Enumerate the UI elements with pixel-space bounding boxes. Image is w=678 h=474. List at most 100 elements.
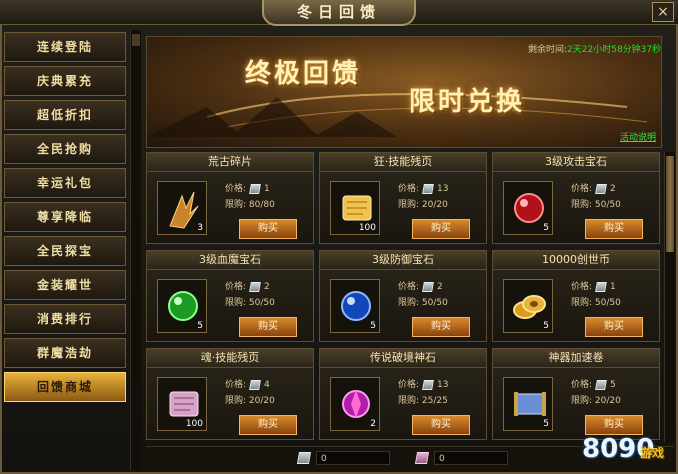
limit-label: 限购: (398, 200, 420, 210)
window-title: 冬日回馈 (262, 0, 416, 26)
item-name: 传说破境神石 (320, 349, 486, 368)
silver-coin-icon (595, 281, 607, 292)
item-slot[interactable]: 5 (503, 279, 553, 333)
item-limit: 限购: 50/50 (571, 197, 621, 210)
item-slot[interactable]: 5 (503, 181, 553, 235)
price-value: 2 (264, 282, 270, 292)
limit-value: 50/50 (594, 200, 621, 210)
title-bar: 冬日回馈 × (0, 0, 678, 26)
sidebar-item-discount[interactable]: 超低折扣 (4, 100, 126, 130)
buy-button[interactable]: 购买 (239, 219, 297, 239)
sidebar-scroll-thumb[interactable] (132, 34, 140, 46)
item-slot[interactable]: 5 (503, 377, 553, 431)
limit-value: 25/25 (421, 396, 448, 406)
price-label: 价格: (571, 184, 593, 194)
sidebar-item-demon-raid[interactable]: 群魔浩劫 (4, 338, 126, 368)
item-name: 10000创世币 (493, 251, 659, 270)
price-value: 2 (437, 282, 443, 292)
price-value: 5 (610, 380, 616, 390)
sidebar-item-ranking[interactable]: 消费排行 (4, 304, 126, 334)
price-label: 价格: (398, 282, 420, 292)
shop-scrollbar[interactable] (664, 152, 675, 442)
event-rules-link[interactable]: 活动说明 (620, 130, 656, 143)
silver-coin-icon (422, 379, 434, 390)
buy-button[interactable]: 购买 (239, 415, 297, 435)
item-price: 价格: 4 (225, 377, 270, 390)
limit-label: 限购: (571, 200, 593, 210)
buy-button[interactable]: 购买 (239, 317, 297, 337)
buy-button[interactable]: 购买 (585, 317, 643, 337)
shop-item-card: 3级血魔宝石 5 价格: 2 限购: 50/50 购买 (146, 250, 314, 342)
item-slot[interactable]: 5 (157, 279, 207, 333)
banner-headline-2: 限时兑换 (409, 87, 526, 117)
item-quantity: 3 (197, 223, 203, 233)
item-slot[interactable]: 2 (330, 377, 380, 431)
price-label: 价格: (398, 184, 420, 194)
item-slot[interactable]: 5 (330, 279, 380, 333)
item-limit: 限购: 25/25 (398, 393, 448, 406)
item-slot[interactable]: 100 (330, 181, 380, 235)
silver-coin-icon (249, 379, 261, 390)
buy-button[interactable]: 购买 (412, 415, 470, 435)
buy-button[interactable]: 购买 (412, 219, 470, 239)
limit-label: 限购: (225, 200, 247, 210)
site-watermark-logo: 8090 游戏 (578, 416, 678, 474)
limit-value: 20/20 (248, 396, 275, 406)
sidebar-item-login[interactable]: 连续登陆 (4, 32, 126, 62)
limit-value: 80/80 (248, 200, 275, 210)
countdown-label: 剩余时间: (528, 45, 568, 55)
sidebar-item-lucky-pack[interactable]: 幸运礼包 (4, 168, 126, 198)
item-slot[interactable]: 100 (157, 377, 207, 431)
item-quantity: 100 (358, 223, 376, 233)
sidebar-item-vip[interactable]: 尊享降临 (4, 202, 126, 232)
silver-coin-icon (595, 379, 607, 390)
item-price: 价格: 1 (225, 181, 270, 194)
item-quantity: 5 (543, 419, 549, 429)
limit-label: 限购: (225, 298, 247, 308)
shop-scroll-thumb[interactable] (666, 156, 674, 252)
item-limit: 限购: 20/20 (225, 393, 275, 406)
buy-button[interactable]: 购买 (412, 317, 470, 337)
item-limit: 限购: 50/50 (225, 295, 275, 308)
watermark-sub: 游戏 (640, 446, 665, 460)
price-value: 13 (437, 380, 449, 390)
silver-coin-icon (249, 183, 261, 194)
close-button[interactable]: × (652, 2, 674, 22)
shop-item-card: 3级防御宝石 5 价格: 2 限购: 50/50 购买 (319, 250, 487, 342)
limit-value: 50/50 (248, 298, 275, 308)
shop-item-card: 3级攻击宝石 5 价格: 2 限购: 50/50 购买 (492, 152, 660, 244)
item-limit: 限购: 20/20 (398, 197, 448, 210)
sidebar-item-recharge[interactable]: 庆典累充 (4, 66, 126, 96)
limit-value: 50/50 (594, 298, 621, 308)
item-name: 3级防御宝石 (320, 251, 486, 270)
item-name: 荒古碎片 (147, 153, 313, 172)
sidebar-item-reward-shop[interactable]: 回馈商城 (4, 372, 126, 402)
silver-coin-icon (422, 281, 434, 292)
limit-label: 限购: (571, 298, 593, 308)
silver-balance: 0 (316, 451, 390, 465)
shop-item-card: 魂·技能残页 100 价格: 4 限购: 20/20 购买 (146, 348, 314, 440)
price-value: 13 (437, 184, 449, 194)
silver-coin-icon (249, 281, 261, 292)
price-value: 1 (264, 184, 270, 194)
sidebar-item-flash-sale[interactable]: 全民抢购 (4, 134, 126, 164)
buy-button[interactable]: 购买 (585, 219, 643, 239)
pink-balance: 0 (434, 451, 508, 465)
sidebar-scrollbar[interactable] (130, 30, 141, 470)
silver-currency-icon (296, 452, 312, 464)
sidebar-item-treasure[interactable]: 全民探宝 (4, 236, 126, 266)
price-label: 价格: (225, 282, 247, 292)
item-slot[interactable]: 3 (157, 181, 207, 235)
item-quantity: 5 (543, 321, 549, 331)
limit-value: 20/20 (421, 200, 448, 210)
item-quantity: 5 (543, 223, 549, 233)
item-limit: 限购: 80/80 (225, 197, 275, 210)
price-label: 价格: (225, 184, 247, 194)
item-name: 神器加速卷 (493, 349, 659, 368)
shop-item-card: 10000创世币 5 价格: 1 限购: 50/50 购买 (492, 250, 660, 342)
shop-grid: 荒古碎片 3 价格: 1 限购: 80/80 购买 狂·技能残页 100 价格: 1… (146, 152, 662, 442)
sidebar-item-gold-gear[interactable]: 金装耀世 (4, 270, 126, 300)
item-name: 狂·技能残页 (320, 153, 486, 172)
price-label: 价格: (225, 380, 247, 390)
item-name: 3级攻击宝石 (493, 153, 659, 172)
